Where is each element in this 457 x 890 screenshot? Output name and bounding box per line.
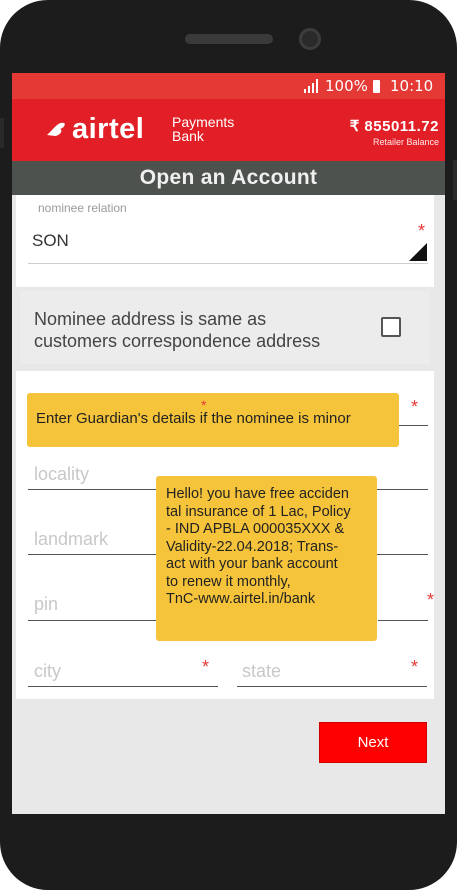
insurance-promo-tooltip: Hello! you have free acciden tal insuran…: [156, 476, 377, 641]
required-indicator: *: [418, 221, 426, 241]
volume-button: [0, 118, 4, 148]
promo-line: act with your bank account: [166, 556, 338, 572]
promo-line: - IND APBLA 000035XXX &: [166, 521, 345, 537]
promo-line: TnC-www.airtel.in/bank: [166, 591, 316, 607]
app-screen: 100% 10:10 airtel Payments Bank ₹ 855011…: [12, 73, 445, 814]
required-indicator: *: [201, 397, 207, 413]
sub-brand-line2: Bank: [172, 128, 204, 144]
promo-line: Hello! you have free acciden: [166, 486, 349, 502]
city-input[interactable]: city: [34, 661, 61, 682]
next-button[interactable]: Next: [319, 722, 427, 763]
nominee-relation-label: nominee relation: [38, 201, 127, 215]
clock: 10:10: [390, 77, 434, 95]
app-header: airtel Payments Bank ₹ 855011.72 Retaile…: [12, 99, 445, 161]
front-camera: [299, 28, 321, 50]
state-underline: [237, 686, 427, 687]
nominee-address-same-checkbox[interactable]: [381, 317, 401, 337]
pin-underline: [28, 620, 164, 621]
status-bar: 100% 10:10: [12, 73, 445, 99]
nominee-address-same-row[interactable]: Nominee address is same as customers cor…: [20, 291, 430, 364]
city-underline: [28, 686, 218, 687]
retailer-balance-label: Retailer Balance: [372, 137, 439, 147]
sub-brand: Payments Bank: [172, 115, 234, 143]
landmark-input[interactable]: landmark: [34, 529, 108, 550]
promo-line: Validity-22.04.2018; Trans-: [166, 538, 339, 555]
earpiece-speaker: [185, 34, 273, 44]
signal-icon: [304, 79, 318, 93]
state-input[interactable]: state: [242, 661, 281, 682]
brand-name: airtel: [72, 113, 145, 145]
nominee-relation-card: nominee relation SON *: [16, 195, 434, 287]
promo-line: to renew it monthly,: [166, 573, 291, 590]
page-title: Open an Account: [12, 161, 445, 195]
guardian-details-tooltip: Enter Guardian's details if the nominee …: [27, 393, 399, 447]
promo-line: tal insurance of 1 Lac, Policy: [166, 503, 351, 520]
battery-icon: [373, 80, 380, 93]
label-line: customers correspondence address: [34, 331, 321, 351]
pin-side-underline: [378, 620, 428, 621]
label-line: Nominee address is same as: [34, 309, 267, 329]
retailer-balance-value: ₹ 855011.72: [349, 118, 439, 135]
sub-brand-line1: Payments: [172, 114, 235, 130]
dropdown-arrow-icon[interactable]: [409, 243, 427, 261]
pin-input[interactable]: pin: [34, 594, 58, 615]
required-indicator: *: [427, 590, 435, 610]
battery-level: 100%: [325, 77, 368, 95]
airtel-logo-icon: [47, 122, 65, 136]
nominee-address-same-label: Nominee address is same as customers cor…: [34, 308, 320, 352]
phone-frame: 100% 10:10 airtel Payments Bank ₹ 855011…: [0, 0, 457, 890]
required-indicator: *: [411, 397, 419, 417]
locality-input[interactable]: locality: [34, 464, 89, 485]
power-button: [453, 160, 457, 200]
nominee-relation-dropdown[interactable]: SON: [32, 231, 69, 251]
required-indicator: *: [411, 657, 419, 677]
required-indicator: *: [202, 657, 210, 677]
field-underline: [28, 263, 428, 264]
